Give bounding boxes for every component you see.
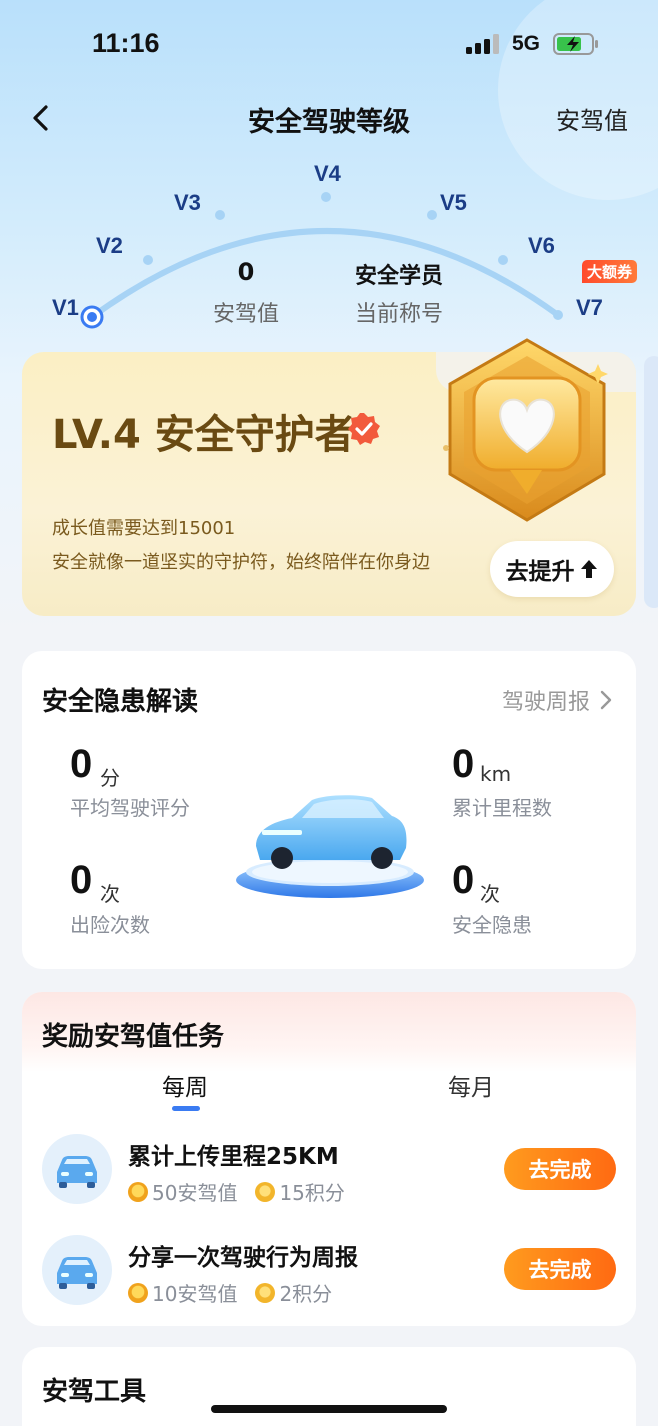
home-indicator[interactable] xyxy=(211,1405,447,1413)
safe-value-label: 安驾值 xyxy=(212,302,279,327)
upgrade-button-label: 去提升 xyxy=(505,559,575,585)
next-card-peek[interactable] xyxy=(644,356,658,608)
tools-card: 安驾工具 xyxy=(22,1347,636,1426)
task-car-icon xyxy=(42,1235,112,1305)
tasks-card-title: 奖励安驾值任务 xyxy=(42,1022,225,1052)
level-description: 安全就像一道坚实的守护符，始终陪伴在你身边 xyxy=(52,552,430,573)
stat-label-claims: 出险次数 xyxy=(70,913,150,937)
tools-card-title: 安驾工具 xyxy=(42,1377,147,1407)
upgrade-button[interactable]: 去提升 xyxy=(490,541,614,597)
level-label-v4: V4 xyxy=(314,161,341,186)
gauge-node-v6 xyxy=(498,255,508,265)
level-label-v2: V2 xyxy=(96,233,123,258)
stat-value-mileage: 0 xyxy=(452,742,475,786)
arrow-up-icon xyxy=(580,560,597,578)
level-label-v7: V7 xyxy=(576,295,603,320)
big-coupon-tag: 大额券 xyxy=(582,260,638,283)
growth-requirement: 成长值需要达到15001 xyxy=(52,518,236,539)
safe-value-coin-icon xyxy=(128,1282,148,1303)
credit-coin-icon xyxy=(255,1181,276,1202)
level-label-v1: V1 xyxy=(52,295,79,320)
level-title: LV.4 安全守护者 xyxy=(52,412,355,458)
status-bar: 11:16 5G xyxy=(0,0,658,90)
current-title-value: 安全学员 xyxy=(354,264,443,289)
task-complete-button-share[interactable]: 去完成 xyxy=(504,1248,616,1290)
status-time: 11:16 xyxy=(92,28,160,58)
level-label-v3: V3 xyxy=(174,190,201,215)
gauge-node-v3 xyxy=(215,210,225,220)
task-title-mileage: 累计上传里程25KM xyxy=(128,1144,339,1170)
credit-coin-icon xyxy=(255,1282,276,1303)
task-reward-points: 10安驾值 xyxy=(152,1282,238,1306)
safe-value-coin-icon xyxy=(128,1181,148,1202)
tab-indicator xyxy=(172,1106,200,1111)
safe-value-number: 0 xyxy=(237,258,255,286)
signal-icon xyxy=(466,34,502,54)
heart-medal-icon xyxy=(443,338,608,522)
stat-label-hazards: 安全隐患 xyxy=(452,913,532,937)
task-complete-button-mileage[interactable]: 去完成 xyxy=(504,1148,616,1190)
level-label-v5: V5 xyxy=(440,190,467,215)
gauge-node-v5 xyxy=(427,210,437,220)
task-rewards-mileage: 50安驾值 15积分 xyxy=(128,1177,345,1206)
stat-value-hazards: 0 xyxy=(452,858,475,902)
tab-weekly[interactable]: 每周 xyxy=(162,1068,208,1102)
gauge-node-v2 xyxy=(143,255,153,265)
tab-monthly[interactable]: 每月 xyxy=(448,1068,494,1102)
task-reward-credits: 15积分 xyxy=(279,1181,345,1205)
task-rewards-share: 10安驾值 2积分 xyxy=(128,1278,332,1307)
stat-label-mileage: 累计里程数 xyxy=(452,796,552,820)
risk-card-title: 安全隐患解读 xyxy=(42,687,199,717)
tasks-card: 奖励安驾值任务 每周 每月 累计上传里程25KM 50安驾值 15积分 去完成 xyxy=(22,992,636,1326)
safe-value-link[interactable]: 安驾值 xyxy=(556,101,628,136)
stat-label-avg-score: 平均驾驶评分 xyxy=(70,796,190,820)
car-on-platform-icon xyxy=(236,795,424,898)
task-reward-credits: 2积分 xyxy=(279,1282,333,1306)
stat-value-claims: 0 xyxy=(70,858,93,902)
network-type: 5G xyxy=(512,32,541,55)
weekly-report-link[interactable]: 驾驶周报 xyxy=(502,684,612,716)
task-car-icon xyxy=(42,1134,112,1204)
gauge-node-v7 xyxy=(553,310,563,320)
battery-icon xyxy=(553,33,598,55)
current-title-label: 当前称号 xyxy=(354,302,443,327)
level-label-v6: V6 xyxy=(528,233,555,258)
gauge-node-v4 xyxy=(321,192,331,202)
stat-unit-avg-score: 分 xyxy=(100,766,120,790)
weekly-report-label: 驾驶周报 xyxy=(501,690,590,715)
stat-value-avg-score: 0 xyxy=(70,742,93,786)
stat-unit-claims: 次 xyxy=(100,882,120,906)
task-reward-points: 50安驾值 xyxy=(152,1181,238,1205)
chevron-right-icon xyxy=(600,690,612,710)
task-title-share: 分享一次驾驶行为周报 xyxy=(128,1245,358,1271)
stat-unit-mileage: km xyxy=(480,762,512,786)
verified-badge-icon xyxy=(348,413,380,445)
stat-unit-hazards: 次 xyxy=(480,882,500,906)
